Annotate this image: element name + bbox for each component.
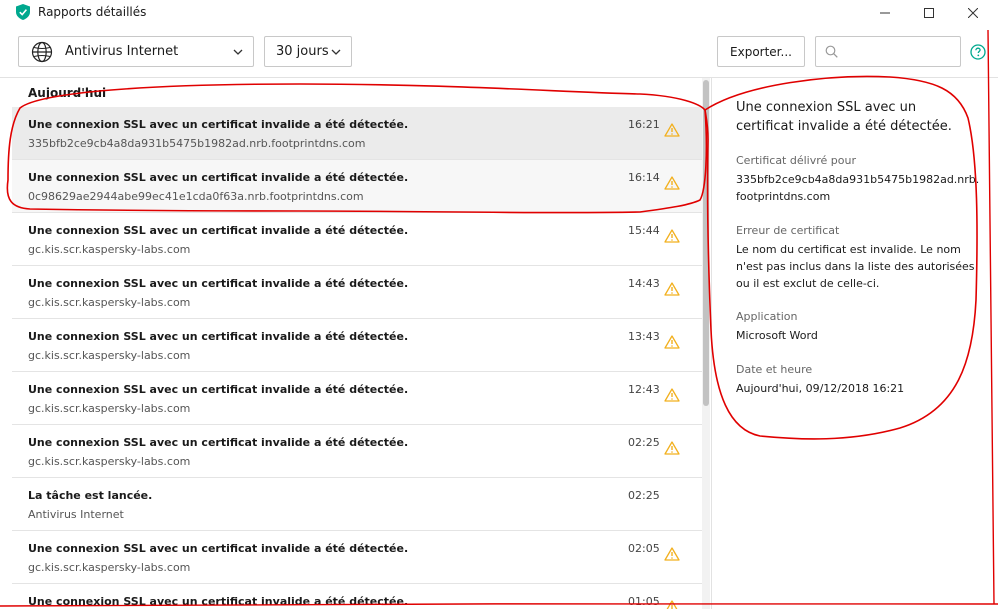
warning-icon (664, 388, 680, 402)
list-item[interactable]: Une connexion SSL avec un certificat inv… (12, 213, 702, 266)
component-select-value: Antivirus Internet (65, 44, 179, 59)
minimize-button[interactable] (862, 0, 908, 26)
details-pane: Une connexion SSL avec un certificat inv… (711, 78, 998, 609)
list-item-title: Une connexion SSL avec un certificat inv… (28, 171, 409, 184)
warning-icon (664, 282, 680, 296)
cert-label: Certificat délivré pour (736, 154, 856, 167)
date-value: Aujourd'hui, 09/12/2018 16:21 (736, 382, 905, 395)
list-item[interactable]: Une connexion SSL avec un certificat inv… (12, 266, 702, 319)
period-select[interactable]: 30 jours (264, 36, 352, 67)
event-list: Aujourd'hui Une connexion SSL avec un ce… (12, 78, 702, 609)
close-icon (968, 8, 978, 18)
warning-icon (664, 176, 680, 190)
window-title: Rapports détaillés (38, 5, 147, 19)
app-label: Application (736, 310, 798, 323)
list-item[interactable]: Une connexion SSL avec un certificat inv… (12, 319, 702, 372)
list-item[interactable]: Une connexion SSL avec un certificat inv… (12, 160, 702, 213)
list-item-title: Une connexion SSL avec un certificat inv… (28, 436, 409, 449)
warning-icon (664, 229, 680, 243)
app-value: Microsoft Word (736, 329, 818, 342)
list-item[interactable]: Une connexion SSL avec un certificat inv… (12, 107, 702, 160)
list-item-time: 14:43 (628, 277, 660, 290)
error-label: Erreur de certificat (736, 224, 840, 237)
kaspersky-shield-icon (16, 4, 30, 20)
warning-icon (666, 600, 678, 609)
component-select[interactable]: Antivirus Internet (18, 36, 254, 67)
close-button[interactable] (950, 0, 996, 26)
chevron-down-icon (331, 49, 341, 55)
list-item-time: 12:43 (628, 383, 660, 396)
cert-value: 335bfb2ce9cb4a8da931b5475b1982ad.nrb.foo… (736, 173, 980, 203)
search-box[interactable] (815, 36, 961, 67)
list-item-title: Une connexion SSL avec un certificat inv… (28, 224, 409, 237)
minimize-icon (880, 12, 890, 14)
list-item-subtitle: gc.kis.scr.kaspersky-labs.com (28, 561, 191, 574)
globe-icon (31, 41, 53, 63)
list-item-title: Une connexion SSL avec un certificat inv… (28, 330, 409, 343)
maximize-button[interactable] (906, 0, 952, 26)
list-item-title: Une connexion SSL avec un certificat inv… (28, 118, 409, 131)
list-item-title: Une connexion SSL avec un certificat inv… (28, 595, 409, 608)
export-button[interactable]: Exporter... (717, 36, 805, 67)
list-item[interactable]: Une connexion SSL avec un certificat inv… (12, 425, 702, 478)
list-item-time: 16:21 (628, 118, 660, 131)
help-icon[interactable] (970, 44, 986, 60)
chevron-down-icon (233, 49, 243, 55)
list-item-subtitle: gc.kis.scr.kaspersky-labs.com (28, 402, 191, 415)
list-item[interactable]: Une connexion SSL avec un certificat inv… (12, 372, 702, 425)
list-scrollbar[interactable] (702, 78, 710, 609)
title-bar: Rapports détaillés (0, 0, 998, 26)
search-icon (825, 45, 838, 58)
details-title: Une connexion SSL avec un certificat inv… (736, 100, 952, 134)
date-label: Date et heure (736, 363, 813, 376)
period-select-value: 30 jours (276, 44, 329, 59)
list-item-subtitle: gc.kis.scr.kaspersky-labs.com (28, 349, 191, 362)
list-item-time: 16:14 (628, 171, 660, 184)
list-item-subtitle: gc.kis.scr.kaspersky-labs.com (28, 455, 191, 468)
maximize-icon (924, 8, 934, 18)
warning-icon (664, 123, 680, 137)
list-item-subtitle: 0c98629ae2944abe99ec41e1cda0f63a.nrb.foo… (28, 190, 364, 203)
list-item-subtitle: 335bfb2ce9cb4a8da931b5475b1982ad.nrb.foo… (28, 137, 366, 150)
list-item-title: La tâche est lancée. (28, 489, 153, 502)
warning-icon (664, 335, 680, 349)
list-item[interactable]: Une connexion SSL avec un certificat inv… (12, 531, 702, 584)
list-item-subtitle: gc.kis.scr.kaspersky-labs.com (28, 243, 191, 256)
list-item-time: 02:25 (628, 489, 660, 502)
scrollbar-thumb[interactable] (703, 80, 709, 406)
warning-icon (664, 547, 680, 561)
list-item-title: Une connexion SSL avec un certificat inv… (28, 542, 409, 555)
warning-icon (664, 441, 680, 455)
list-item[interactable]: Une connexion SSL avec un certificat inv… (12, 584, 702, 609)
list-item-subtitle: Antivirus Internet (28, 508, 124, 521)
list-item-time: 13:43 (628, 330, 660, 343)
list-item-time: 01:05 (628, 595, 660, 608)
search-input[interactable] (844, 41, 954, 63)
list-item-title: Une connexion SSL avec un certificat inv… (28, 277, 409, 290)
list-item-subtitle: gc.kis.scr.kaspersky-labs.com (28, 296, 191, 309)
list-item[interactable]: La tâche est lancée. Antivirus Internet 02… (12, 478, 702, 531)
list-item-time: 02:25 (628, 436, 660, 449)
error-value: Le nom du certificat est invalide. Le no… (736, 243, 975, 290)
toolbar: Antivirus Internet 30 jours Exporter... (0, 26, 998, 78)
section-title: Aujourd'hui (28, 86, 107, 100)
list-item-title: Une connexion SSL avec un certificat inv… (28, 383, 409, 396)
list-item-time: 02:05 (628, 542, 660, 555)
list-item-time: 15:44 (628, 224, 660, 237)
